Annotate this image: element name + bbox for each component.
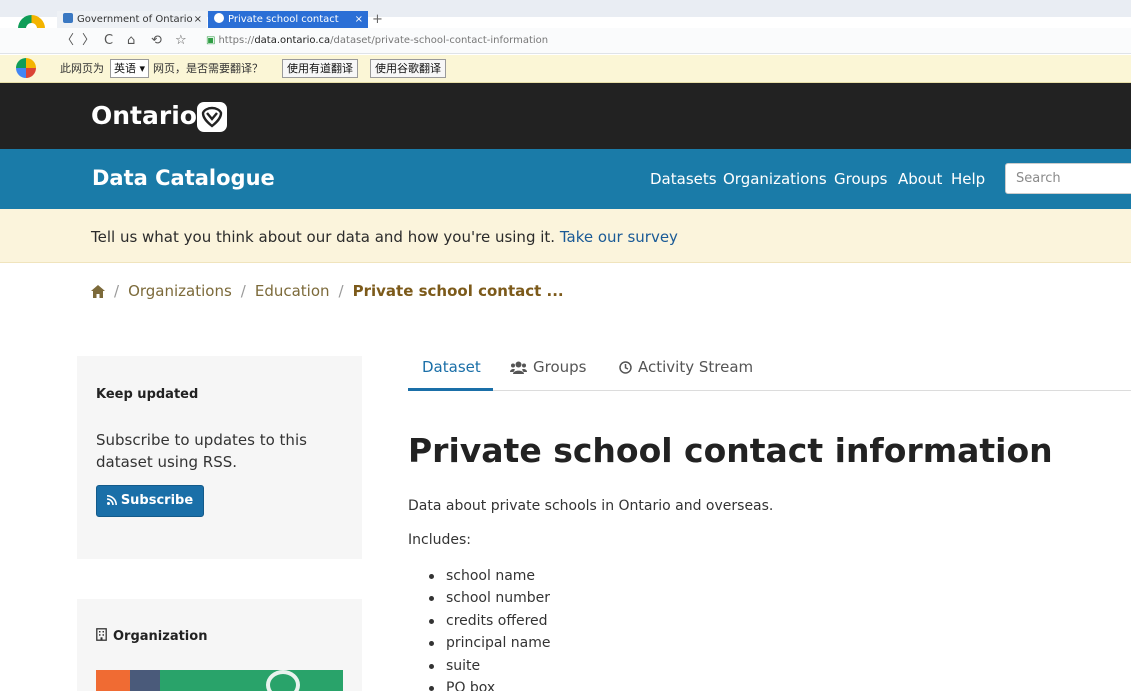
home-icon[interactable]: ⌂ [127,32,135,50]
translate-logo-icon [16,58,36,78]
youdao-translate-button[interactable]: 使用有道翻译 [282,59,358,78]
tabs-divider [408,390,1131,391]
tab-dataset[interactable]: Dataset [422,357,481,377]
bookmark-star-icon[interactable]: ☆ [175,32,187,50]
includes-list: school name school number credits offere… [428,565,551,691]
building-icon [96,628,107,647]
list-item: PO box [428,677,551,691]
breadcrumb-separator: / [338,282,344,300]
keep-updated-text: Subscribe to updates to this dataset usi… [96,431,307,471]
translate-prefix: 此网页为 [60,62,104,75]
page-title: Private school contact information [408,431,1053,470]
list-item: school number [428,587,551,609]
keep-updated-heading: Keep updated [96,387,199,402]
active-tab-indicator [408,388,493,391]
survey-text: Tell us what you think about our data an… [91,228,560,246]
breadcrumb-organizations[interactable]: Organizations [128,282,232,300]
url-path: /dataset/private-school-contact-informat… [330,35,549,46]
browser-tab-label: Government of Ontario [77,14,193,25]
back-icon[interactable]: 〈 [61,32,74,50]
search-input[interactable] [1005,163,1131,194]
subscribe-label: Subscribe [120,493,194,508]
organization-heading-row: Organization [96,628,207,647]
nav-help[interactable]: Help [951,169,985,189]
breadcrumb-separator: / [240,282,246,300]
catalogue-title[interactable]: Data Catalogue [92,163,275,193]
nav-organizations[interactable]: Organizations [723,169,827,189]
tab-activity-label: Activity Stream [638,358,754,376]
url-host: data.ontario.ca [254,35,331,46]
breadcrumb: / Organizations / Education / Private school … [91,281,564,303]
close-tab-icon[interactable]: × [355,11,363,28]
lock-icon: ▣ [206,35,216,46]
nav-about[interactable]: About [898,169,942,189]
tab-favicon-icon [214,13,224,23]
trillium-logo-icon[interactable] [197,102,227,132]
organization-heading: Organization [113,629,208,644]
browser-tab-private-school[interactable]: Private school contact × [208,11,368,28]
close-tab-icon[interactable]: × [194,11,202,28]
list-item: credits offered [428,610,551,632]
breadcrumb-education[interactable]: Education [255,282,330,300]
breadcrumb-separator: / [114,282,120,300]
tab-favicon-icon [63,13,73,23]
history-icon[interactable]: ⟲ [151,32,162,50]
browser-tab-government[interactable]: Government of Ontario × [57,11,207,28]
subscribe-button[interactable]: Subscribe [96,485,204,517]
reload-icon[interactable]: C [104,32,113,50]
url-scheme: https:// [218,35,255,46]
tab-groups[interactable]: Groups [510,357,586,379]
breadcrumb-current[interactable]: Private school contact ... [353,282,564,300]
users-icon [510,359,527,379]
includes-label: Includes: [408,532,471,548]
address-bar [0,28,1131,54]
organization-logo-image[interactable] [96,670,343,691]
nav-groups[interactable]: Groups [834,169,887,189]
translate-suffix: 网页，是否需要翻译？ [153,62,263,75]
tab-groups-label: Groups [533,358,587,376]
home-icon[interactable] [91,283,105,303]
survey-link[interactable]: Take our survey [560,228,678,246]
list-item: suite [428,655,551,677]
language-select[interactable]: 英语 ▾ [110,59,150,78]
url-field[interactable]: ▣ https://data.ontario.ca/dataset/private… [206,33,548,49]
browser-tab-label: Private school contact [228,14,339,25]
dataset-description: Data about private schools in Ontario an… [408,498,774,514]
google-translate-button[interactable]: 使用谷歌翻译 [370,59,446,78]
nav-datasets[interactable]: Datasets [650,169,717,189]
ontario-logo-text[interactable]: Ontario [91,99,197,133]
clock-icon [619,359,632,379]
tab-activity-stream[interactable]: Activity Stream [619,357,753,379]
new-tab-button[interactable]: + [372,11,383,28]
list-item: school name [428,565,551,587]
list-item: principal name [428,632,551,654]
rss-icon [106,487,117,517]
forward-icon[interactable]: 〉 [82,32,95,50]
survey-message: Tell us what you think about our data an… [91,227,678,247]
